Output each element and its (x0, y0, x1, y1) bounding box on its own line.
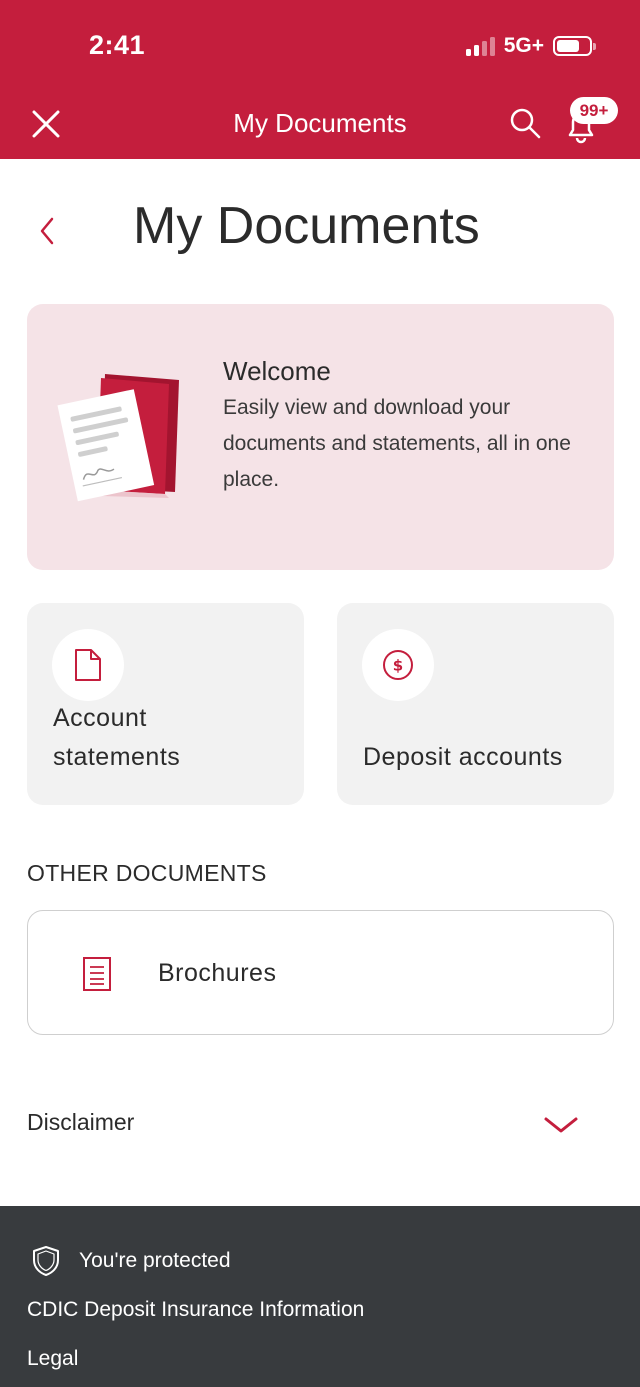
footer: You're protected CDIC Deposit Insurance … (0, 1206, 640, 1387)
deposit-accounts-tile[interactable]: $ Deposit accounts (337, 603, 614, 805)
protected-text: You're protected (79, 1249, 231, 1272)
status-time: 2:41 (89, 30, 146, 60)
welcome-title: Welcome (223, 356, 331, 386)
nav-title: My Documents (233, 108, 407, 138)
notification-badge: 99+ (570, 97, 618, 124)
other-documents-heading: OTHER DOCUMENTS (27, 860, 267, 886)
tile-label: Account statements (53, 704, 181, 771)
document-icon (52, 629, 124, 701)
brochures-item[interactable]: Brochures (27, 910, 614, 1035)
network-type: 5G+ (503, 34, 544, 57)
list-item-label: Brochures (158, 959, 277, 987)
dollar-circle-icon: $ (362, 629, 434, 701)
page-title: My Documents (133, 197, 480, 255)
status-indicators: 5G+ (465, 34, 596, 58)
back-chevron-icon[interactable] (36, 214, 58, 248)
welcome-card: Welcome Easily view and download your do… (27, 304, 614, 570)
tile-label: Deposit accounts (363, 743, 563, 771)
account-statements-tile[interactable]: Account statements (27, 603, 304, 805)
list-document-icon (83, 957, 111, 991)
legal-link[interactable]: Legal (27, 1347, 78, 1371)
app-header: 2:41 5G+ My Documents 99+ (0, 0, 640, 159)
battery-icon (553, 36, 596, 56)
signal-icon (465, 36, 495, 56)
svg-text:$: $ (393, 657, 403, 675)
search-icon[interactable] (508, 106, 542, 140)
disclaimer-toggle[interactable]: Disclaimer (27, 1095, 587, 1155)
cdic-link[interactable]: CDIC Deposit Insurance Information (27, 1298, 364, 1322)
shield-icon (33, 1246, 59, 1276)
chevron-down-icon (544, 1117, 578, 1133)
welcome-text: Easily view and download your documents … (223, 396, 571, 491)
documents-folder-illustration (57, 374, 179, 502)
disclaimer-label: Disclaimer (27, 1109, 135, 1135)
